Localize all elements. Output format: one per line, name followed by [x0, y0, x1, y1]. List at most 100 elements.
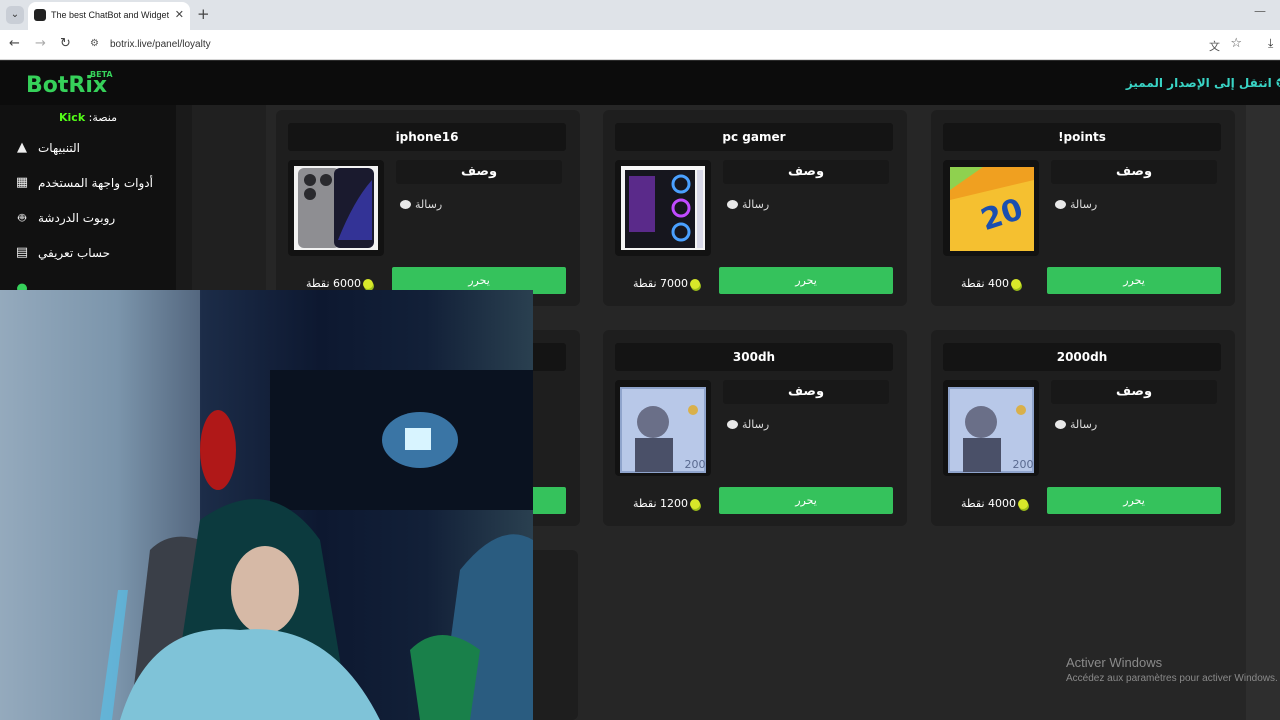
star-badge-icon: ✪ — [1276, 76, 1280, 90]
reward-description: وصف — [723, 380, 889, 404]
reward-card: !points 20 وصف رسالة 400 نقطة يحرر — [931, 110, 1235, 306]
tab-search-chevron-icon[interactable]: ⌄ — [6, 6, 24, 24]
reward-message: رسالة — [727, 418, 807, 431]
reward-message: رسالة — [1055, 198, 1135, 211]
sidebar-item-label: أدوات واجهة المستخدم — [38, 176, 153, 190]
browser-address-bar: ← → ↻ ⚙ botrix.live/panel/loyalty 文 ☆ — [0, 30, 1280, 60]
reward-message-label: رسالة — [742, 198, 770, 211]
banknote-image: 200 — [948, 387, 1034, 473]
new-tab-plus-icon[interactable]: + — [197, 5, 210, 23]
sidebar-item-widgets[interactable]: ▦ أدوات واجهة المستخدم — [0, 169, 176, 199]
coins-icon — [690, 499, 701, 509]
reward-cost-label: 7000 نقطة — [633, 277, 689, 290]
reward-image: 200 — [943, 380, 1039, 476]
id-card-icon: ▤ — [15, 245, 29, 260]
reward-message: رسالة — [727, 198, 807, 211]
reward-description: وصف — [1051, 160, 1217, 184]
windows-activation-title: Activer Windows — [1066, 655, 1163, 670]
reward-cost-label: 400 نقطة — [961, 277, 1010, 290]
webcam-scene-image — [0, 290, 533, 720]
redeem-button[interactable]: يحرر — [719, 267, 893, 294]
reward-title: pc gamer — [615, 123, 893, 151]
browser-tab-bar: ⌄ The best ChatBot and Widgets ✕ + — — [0, 0, 1280, 30]
reward-image: 20 — [943, 160, 1039, 256]
platform-indicator: منصة: Kick — [0, 111, 176, 124]
coins-icon — [690, 279, 701, 289]
platform-label: منصة: — [88, 111, 117, 124]
sidebar-item-label: التنبيهات — [38, 141, 80, 155]
redeem-button[interactable]: يحرر — [1047, 267, 1221, 294]
warning-icon: ▲ — [17, 140, 27, 155]
back-arrow-icon[interactable]: ← — [9, 36, 20, 51]
page-scrollbar[interactable] — [1246, 105, 1280, 720]
app-header: BotRix BETA ✪ انتقل إلى الإصدار المميز — [0, 61, 1280, 105]
reward-title: !points — [943, 123, 1221, 151]
sidebar-item-profile[interactable]: ▤ حساب تعريفي — [0, 239, 176, 269]
reward-message-label: رسالة — [1070, 198, 1098, 211]
robot-icon: 🤖︎ — [18, 211, 26, 226]
reward-description: وصف — [1051, 380, 1217, 404]
webcam-overlay — [0, 290, 533, 720]
tab-title: The best ChatBot and Widgets — [51, 10, 169, 20]
coins-icon — [363, 279, 374, 289]
reward-description: وصف — [396, 160, 562, 184]
reward-card: iphone16 وصف رسالة 6000 نقطة يحرر — [276, 110, 580, 306]
url-text[interactable]: botrix.live/panel/loyalty — [110, 39, 211, 50]
reward-message-label: رسالة — [742, 418, 770, 431]
coins-icon — [1011, 279, 1022, 289]
reward-title: iphone16 — [288, 123, 566, 151]
reward-cost: 4000 نقطة — [961, 497, 1029, 510]
sidebar-scrollbar[interactable] — [176, 105, 192, 305]
reward-cost-label: 4000 نقطة — [961, 497, 1017, 510]
reward-title: 300dh — [615, 343, 893, 371]
reward-cost: 6000 نقطة — [306, 277, 374, 290]
reward-image: 200 — [615, 380, 711, 476]
reward-cost-label: 6000 نقطة — [306, 277, 362, 290]
sidebar-item-alerts[interactable]: ▲ التنبيهات — [0, 134, 176, 164]
sidebar-item-label: حساب تعريفي — [38, 246, 111, 260]
chat-bubble-icon — [727, 419, 738, 429]
reward-message: رسالة — [1055, 418, 1135, 431]
banknote-image: 200 — [620, 387, 706, 473]
svg-text:200: 200 — [1013, 458, 1034, 471]
chat-bubble-icon — [1055, 419, 1066, 429]
chat-bubble-icon — [1055, 199, 1066, 209]
reward-image — [615, 160, 711, 256]
reward-message-label: رسالة — [1070, 418, 1098, 431]
premium-link-label: انتقل إلى الإصدار المميز — [1125, 76, 1272, 90]
pc-gamer-image — [621, 166, 705, 250]
site-info-icon[interactable]: ⚙ — [90, 38, 99, 49]
reward-cost: 400 نقطة — [961, 277, 1022, 290]
tab-close-icon[interactable]: ✕ — [175, 8, 184, 21]
redeem-button[interactable]: يحرر — [719, 487, 893, 514]
window-minimize-icon[interactable]: — — [1254, 4, 1266, 18]
reload-icon[interactable]: ↻ — [60, 36, 71, 51]
beta-badge: BETA — [90, 70, 113, 79]
forward-arrow-icon[interactable]: → — [35, 36, 46, 51]
platform-name: Kick — [59, 111, 86, 124]
redeem-button[interactable]: يحرر — [1047, 487, 1221, 514]
svg-text:200: 200 — [685, 458, 706, 471]
tab-favicon-icon — [34, 9, 46, 21]
chat-bubble-icon — [400, 199, 411, 209]
reward-card: 2000dh 200 وصف رسالة 4000 نقطة يحرر — [931, 330, 1235, 526]
reward-cost: 1200 نقطة — [633, 497, 701, 510]
reward-description: وصف — [723, 160, 889, 184]
browser-tab[interactable]: The best ChatBot and Widgets ✕ — [28, 2, 190, 30]
sidebar: منصة: Kick ▲ التنبيهات ▦ أدوات واجهة الم… — [0, 105, 192, 305]
url-omnibox[interactable]: ⚙ botrix.live/panel/loyalty 文 ☆ — [84, 34, 1264, 56]
sidebar-item-chatbot[interactable]: 🤖︎ روبوت الدردشة — [0, 204, 176, 234]
reward-cost-label: 1200 نقطة — [633, 497, 689, 510]
reward-card: 300dh 200 وصف رسالة 1200 نقطة يحرر — [603, 330, 907, 526]
translate-icon[interactable]: 文 — [1209, 38, 1220, 54]
reward-image — [288, 160, 384, 256]
download-icon[interactable]: ⤓ — [1268, 36, 1273, 51]
coins-icon — [1018, 499, 1029, 509]
sidebar-item-label: روبوت الدردشة — [38, 211, 116, 225]
reward-message: رسالة — [400, 198, 480, 211]
widgets-icon: ▦ — [15, 175, 29, 190]
reward-card: pc gamer وصف رسالة 7000 نقطة يحرر — [603, 110, 907, 306]
premium-upgrade-link[interactable]: ✪ انتقل إلى الإصدار المميز — [1126, 76, 1280, 90]
bookmark-star-icon[interactable]: ☆ — [1230, 36, 1242, 51]
reward-message-label: رسالة — [415, 198, 443, 211]
